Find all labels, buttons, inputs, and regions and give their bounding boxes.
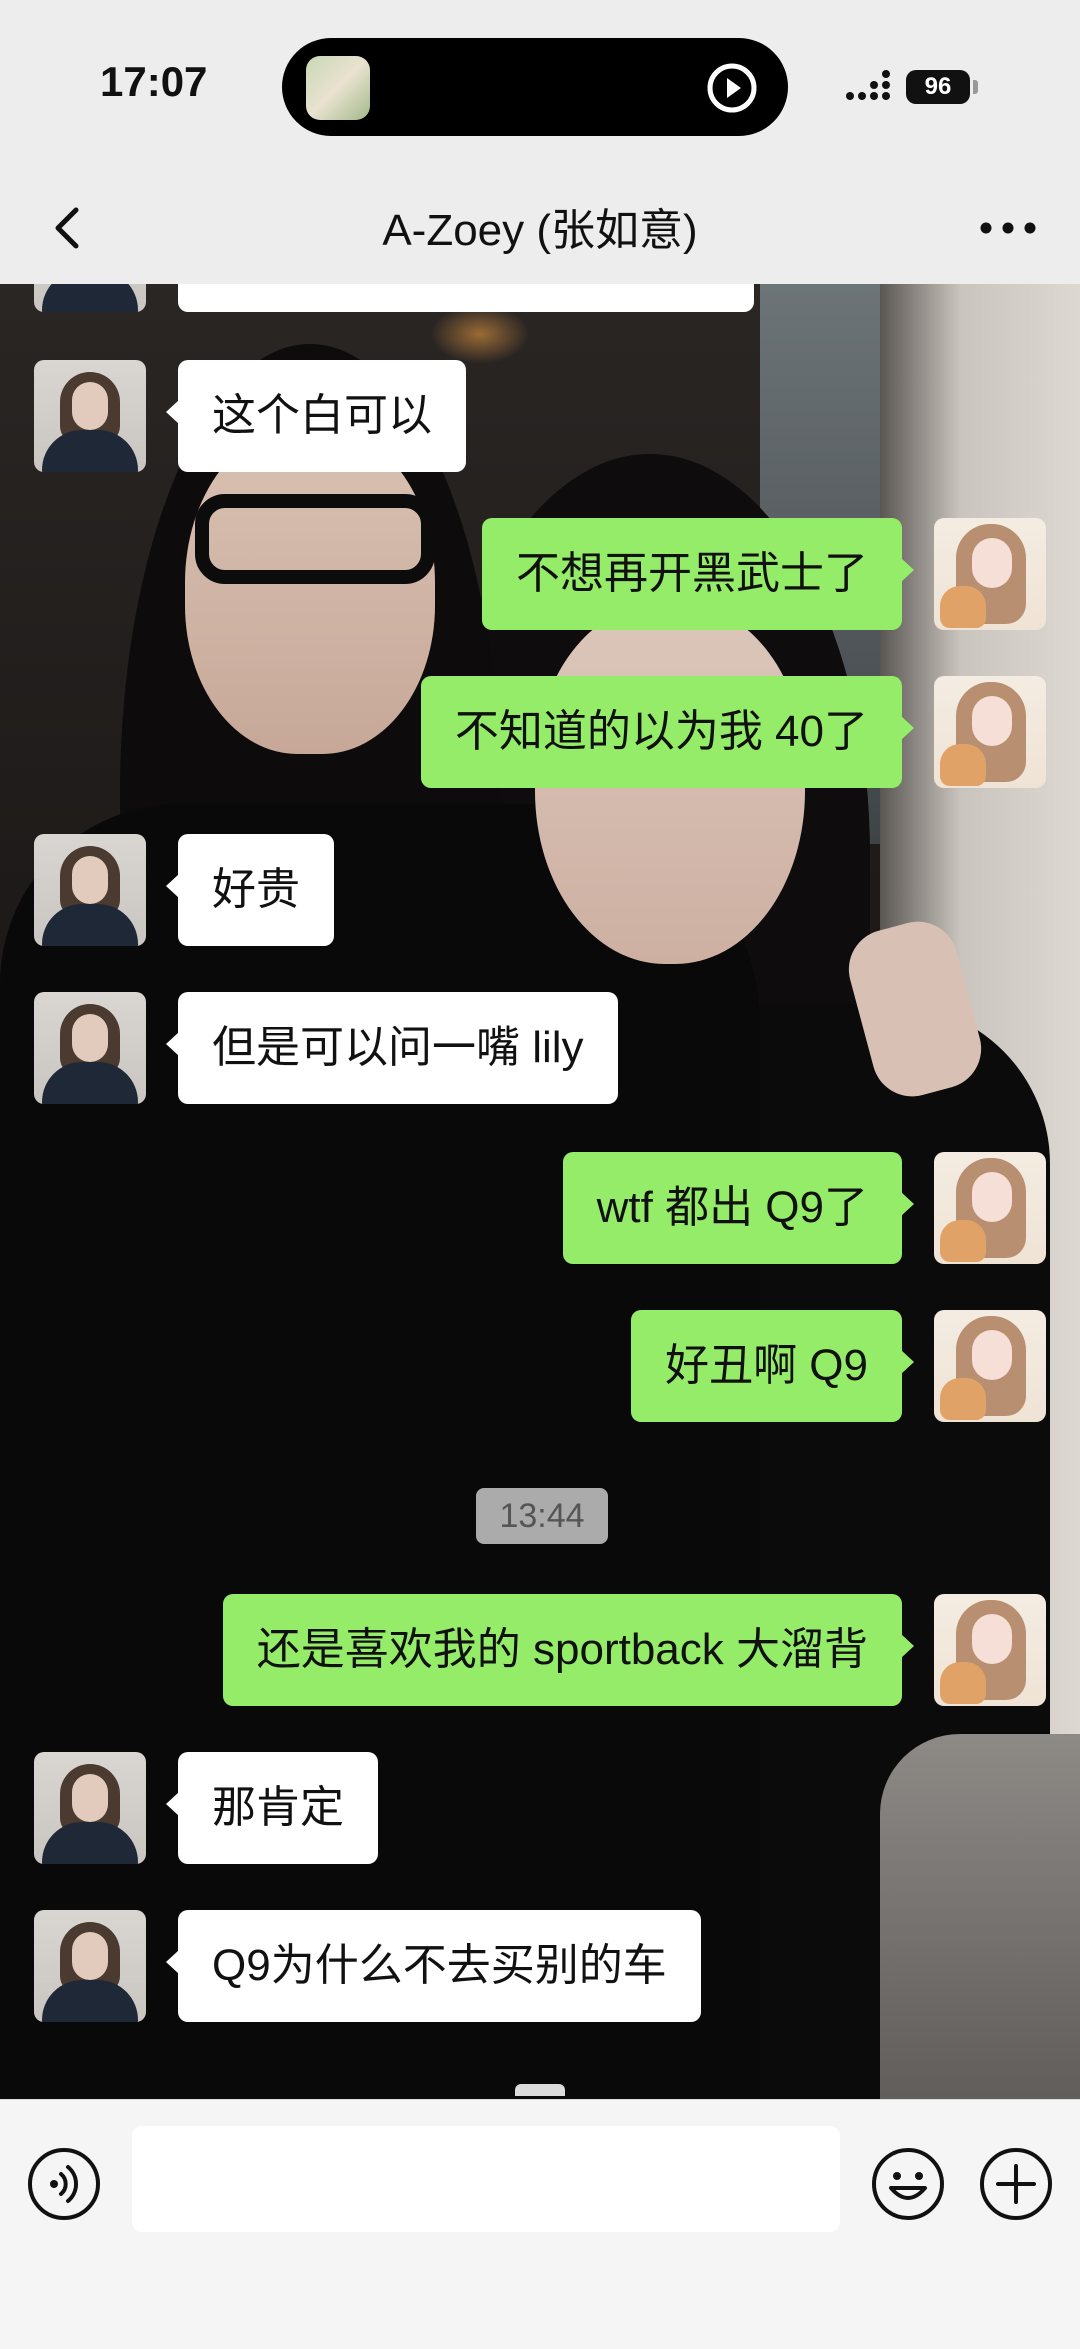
message-bubble-incoming[interactable]: 好贵 [166, 834, 334, 946]
play-icon[interactable] [704, 60, 760, 116]
message-bubble-outgoing[interactable]: 还是喜欢我的 sportback 大溜背 [222, 1594, 915, 1706]
chat-title: A-Zoey (张如意) [382, 206, 698, 255]
avatar[interactable] [934, 518, 1046, 630]
avatar[interactable] [934, 676, 1046, 788]
plus-icon[interactable] [978, 2146, 1054, 2222]
emoji-icon[interactable] [870, 2146, 946, 2222]
avatar[interactable] [34, 360, 146, 472]
voice-icon[interactable] [26, 2146, 102, 2222]
message-bubble-outgoing[interactable]: 不知道的以为我 40了 [420, 676, 915, 788]
message-bubble-incoming[interactable]: 这个白可以 [166, 360, 466, 472]
status-bar: 17:07 96 [0, 0, 1080, 168]
battery-level: 96 [906, 70, 970, 104]
scroll-indicator [515, 2084, 565, 2096]
message-list[interactable]: 这个白可以 不想再开黑武士了 不知道的以为我 40了 好贵 但是可以问一嘴 li… [0, 284, 1080, 2099]
message-bubble-incoming[interactable] [178, 284, 754, 312]
chat-header: A-Zoey (张如意) [0, 168, 1080, 284]
battery-tip [973, 80, 978, 94]
avatar[interactable] [934, 1594, 1046, 1706]
media-thumbnail [306, 56, 370, 120]
input-bar [0, 2099, 1080, 2349]
message-bubble-incoming[interactable]: 那肯定 [166, 1752, 378, 1864]
message-bubble-outgoing[interactable]: 好丑啊 Q9 [631, 1310, 914, 1422]
more-icon[interactable] [970, 194, 1050, 254]
message-bubble-incoming[interactable]: 但是可以问一嘴 lily [166, 992, 618, 1104]
avatar[interactable] [934, 1310, 1046, 1422]
signal-icon [846, 70, 890, 100]
status-time: 17:07 [100, 58, 208, 105]
message-timestamp: 13:44 [476, 1488, 608, 1544]
avatar[interactable] [34, 1910, 146, 2022]
message-bubble-incoming[interactable]: Q9为什么不去买别的车 [166, 1910, 701, 2022]
avatar[interactable] [34, 992, 146, 1104]
avatar[interactable] [34, 1752, 146, 1864]
message-input[interactable] [132, 2126, 840, 2232]
dynamic-island[interactable] [282, 38, 788, 136]
message-bubble-outgoing[interactable]: 不想再开黑武士了 [482, 518, 914, 630]
avatar[interactable] [934, 1152, 1046, 1264]
message-bubble-outgoing[interactable]: wtf 都出 Q9了 [562, 1152, 915, 1264]
avatar[interactable] [34, 834, 146, 946]
avatar[interactable] [34, 284, 146, 312]
